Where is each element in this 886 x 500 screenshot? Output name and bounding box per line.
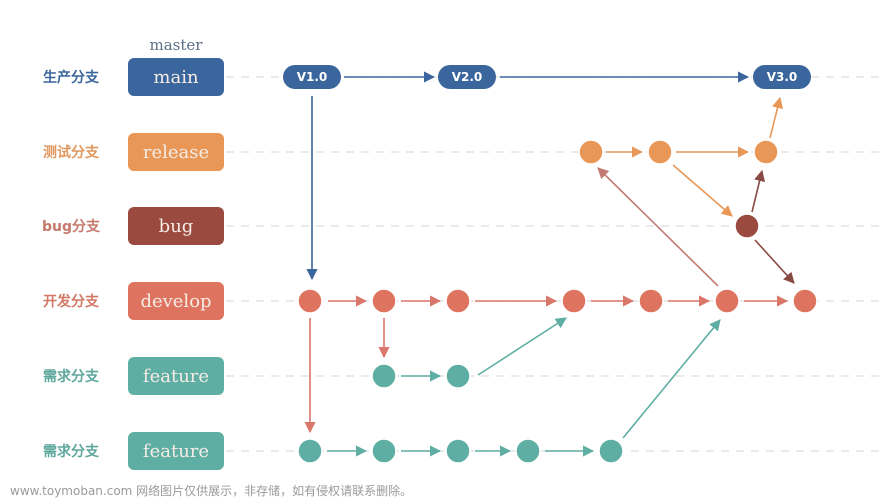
lane-guides — [226, 76, 886, 452]
edge-release-v3 — [769, 96, 783, 139]
tag-v3[interactable]: V3.0 — [753, 65, 811, 89]
lane-label-feature1: 需求分支 — [43, 368, 100, 385]
commit-feature2-3[interactable] — [445, 438, 471, 464]
lane-feature2: 需求分支 feature — [43, 432, 224, 470]
git-flow-diagram: master 生产分支 main 测试分支 release bug分支 bug … — [42, 36, 886, 470]
lane-develop: 开发分支 develop — [43, 282, 224, 320]
commit-develop-1[interactable] — [297, 288, 323, 314]
edge-feat1-develop — [477, 317, 567, 376]
commit-develop-6[interactable] — [714, 288, 740, 314]
commit-feature2-1[interactable] — [297, 438, 323, 464]
edge-dev-release — [597, 167, 719, 287]
lane-feature1: 需求分支 feature — [43, 357, 224, 395]
commit-develop-5[interactable] — [638, 288, 664, 314]
lane-bug: bug分支 bug — [42, 207, 224, 245]
edge-feat2-develop — [622, 319, 721, 439]
edge-release-bug — [672, 164, 733, 217]
commit-release-2[interactable] — [647, 139, 673, 165]
tag-v2-label: V2.0 — [452, 70, 483, 84]
tag-v3-label: V3.0 — [767, 70, 798, 84]
lane-label-develop: 开发分支 — [43, 293, 100, 310]
tag-v1-label: V1.0 — [297, 70, 328, 84]
commit-develop-4[interactable] — [561, 288, 587, 314]
commit-bug-1[interactable] — [734, 213, 760, 239]
lane-label-bug: bug分支 — [42, 218, 101, 235]
branch-name-main: main — [153, 67, 199, 88]
commit-feature1-2[interactable] — [445, 363, 471, 389]
tag-v1[interactable]: V1.0 — [283, 65, 341, 89]
commit-develop-2[interactable] — [371, 288, 397, 314]
commit-feature2-5[interactable] — [598, 438, 624, 464]
commit-release-3[interactable] — [753, 139, 779, 165]
commit-feature2-4[interactable] — [515, 438, 541, 464]
commit-feature1-1[interactable] — [371, 363, 397, 389]
master-caption: master — [150, 36, 204, 54]
commit-develop-3[interactable] — [445, 288, 471, 314]
commit-feature2-2[interactable] — [371, 438, 397, 464]
branch-name-feature2: feature — [143, 441, 209, 462]
lane-label-main: 生产分支 — [43, 69, 100, 86]
lane-release: 测试分支 release — [43, 133, 224, 171]
edge-bug-develop — [754, 239, 795, 284]
edges — [304, 71, 795, 457]
edge-bug-release — [751, 169, 766, 213]
branch-name-feature1: feature — [143, 366, 209, 387]
branch-name-bug: bug — [159, 216, 194, 237]
commit-release-1[interactable] — [578, 139, 604, 165]
branch-name-release: release — [143, 142, 209, 163]
lane-label-release: 测试分支 — [43, 144, 100, 161]
lane-label-feature2: 需求分支 — [43, 443, 100, 460]
commit-develop-7[interactable] — [792, 288, 818, 314]
branch-name-develop: develop — [140, 291, 211, 312]
tag-v2[interactable]: V2.0 — [438, 65, 496, 89]
lane-main: 生产分支 main — [43, 58, 224, 96]
watermark-text: www.toymoban.com 网络图片仅供展示，非存储，如有侵权请联系删除。 — [10, 484, 413, 498]
